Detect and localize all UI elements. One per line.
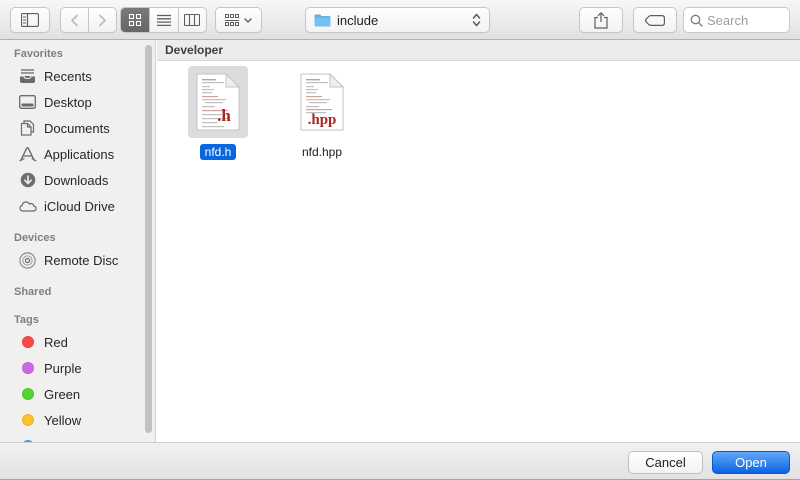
share-button[interactable]	[579, 7, 623, 33]
file-badge: .hpp	[308, 112, 337, 128]
file-tile: .h	[188, 66, 248, 138]
chevron-left-icon	[70, 14, 79, 27]
path-header: Developer	[157, 40, 800, 61]
header-file-icon: .h	[196, 73, 240, 131]
tag-icon	[645, 15, 665, 26]
section-title-favorites: Favorites	[0, 45, 155, 63]
sidebar-item-label: iCloud Drive	[44, 199, 115, 214]
disc-icon	[18, 251, 37, 270]
folder-popup-button[interactable]: include	[305, 7, 490, 33]
chevron-down-icon	[244, 18, 252, 23]
file-browser-area: Developer	[157, 40, 800, 442]
folder-icon	[314, 14, 331, 27]
file-grid: .h nfd.h	[157, 61, 800, 160]
sidebar-item-applications[interactable]: Applications	[0, 141, 155, 167]
sidebar-item-downloads[interactable]: Downloads	[0, 167, 155, 193]
header-file-icon: .hpp	[300, 73, 344, 131]
sidebar-item-tag-green[interactable]: Green	[0, 381, 155, 407]
grid-view-icon	[129, 14, 141, 26]
sidebar-item-label: Purple	[44, 361, 82, 376]
downloads-icon	[18, 171, 37, 190]
section-title-shared: Shared	[0, 283, 155, 301]
sidebar-item-recents[interactable]: Recents	[0, 63, 155, 89]
section-title-devices: Devices	[0, 229, 155, 247]
tag-red-icon	[18, 333, 37, 352]
sidebar-item-label: Recents	[44, 69, 92, 84]
dialog-footer: Cancel Open	[0, 442, 800, 480]
chevron-right-icon	[98, 14, 107, 27]
sidebar-item-documents[interactable]: Documents	[0, 115, 155, 141]
search-input[interactable]	[707, 13, 783, 28]
search-field[interactable]	[683, 7, 790, 33]
sidebar-item-label: Applications	[44, 147, 114, 162]
documents-icon	[18, 119, 37, 138]
sidebar-item-label: Yellow	[44, 413, 81, 428]
desktop-icon	[18, 93, 37, 112]
sidebar-item-tag-yellow[interactable]: Yellow	[0, 407, 155, 433]
popup-updown-icon	[472, 13, 481, 27]
navigation-buttons	[60, 7, 117, 33]
sidebar-item-label: Red	[44, 335, 68, 350]
sidebar-item-tag-purple[interactable]: Purple	[0, 355, 155, 381]
file-item-nfd-h[interactable]: .h nfd.h	[188, 66, 248, 160]
view-segmented-control	[120, 7, 207, 33]
sidebar-item-desktop[interactable]: Desktop	[0, 89, 155, 115]
search-icon	[690, 14, 703, 27]
sidebar-scrollbar[interactable]	[145, 45, 152, 433]
tag-green-icon	[18, 385, 37, 404]
icloud-icon	[18, 197, 37, 216]
tag-purple-icon	[18, 359, 37, 378]
view-list-segment[interactable]	[149, 8, 177, 32]
columns-view-icon	[184, 14, 200, 26]
folder-popup-label: include	[337, 13, 472, 28]
sidebar-item-label: Documents	[44, 121, 110, 136]
applications-icon	[18, 145, 37, 164]
file-item-nfd-hpp[interactable]: .hpp nfd.hpp	[292, 66, 352, 160]
view-columns-segment[interactable]	[178, 8, 206, 32]
sidebar-item-label: Remote Disc	[44, 253, 118, 268]
file-label: nfd.h	[200, 144, 237, 160]
recents-icon	[18, 67, 37, 86]
sidebar-item-icloud-drive[interactable]: iCloud Drive	[0, 193, 155, 219]
file-label: nfd.hpp	[297, 144, 347, 160]
forward-button[interactable]	[88, 8, 116, 32]
sidebar-item-remote-disc[interactable]: Remote Disc	[0, 247, 155, 273]
back-button[interactable]	[61, 8, 88, 32]
share-icon	[594, 12, 608, 29]
group-action-icon	[225, 14, 240, 26]
list-view-icon	[157, 14, 171, 26]
toolbar: include	[0, 0, 800, 40]
section-title-tags: Tags	[0, 311, 155, 329]
cancel-button[interactable]: Cancel	[628, 451, 703, 474]
file-badge: .h	[217, 106, 231, 125]
sidebar-toggle-button[interactable]	[10, 7, 50, 33]
sidebar-item-label: Desktop	[44, 95, 92, 110]
sidebar-toggle-icon	[21, 13, 39, 27]
tag-yellow-icon	[18, 411, 37, 430]
sidebar-item-label: Green	[44, 387, 80, 402]
sidebar-item-tag-blue[interactable]	[0, 433, 155, 442]
file-tile: .hpp	[292, 66, 352, 138]
sidebar-item-tag-red[interactable]: Red	[0, 329, 155, 355]
sidebar-item-label: Downloads	[44, 173, 108, 188]
open-dialog-window: include	[0, 0, 800, 480]
tag-button[interactable]	[633, 7, 677, 33]
open-button[interactable]: Open	[712, 451, 790, 474]
view-grid-segment[interactable]	[121, 8, 149, 32]
action-menu-button[interactable]	[215, 7, 262, 33]
sidebar: Favorites Recents Desktop	[0, 40, 156, 442]
